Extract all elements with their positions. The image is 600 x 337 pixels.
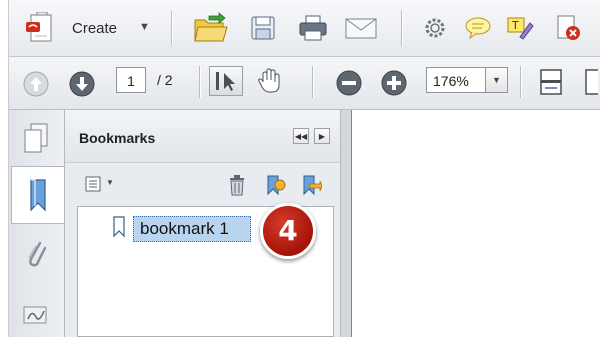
chevron-down-icon: ▼ [492,75,501,85]
toolbar-separator [520,66,521,98]
new-bookmark-icon[interactable] [261,172,289,198]
bookmark-icon [24,177,52,213]
print-icon[interactable] [296,13,330,43]
fit-width-icon[interactable] [581,66,600,98]
page-count: / 2 [157,72,173,88]
toolbar-separator [312,66,313,98]
attachments-icon[interactable] [19,236,53,270]
toolbar-separator [171,10,172,46]
tab-bookmarks[interactable] [11,166,64,224]
zoom-dropdown-button[interactable]: ▼ [486,67,508,93]
panel-header: Bookmarks ◀◀ ▶ [65,110,340,163]
create-pdf-icon[interactable] [23,12,63,46]
highlight-text-icon[interactable]: T [503,13,537,43]
delete-page-icon[interactable] [551,13,585,43]
trash-icon[interactable] [223,172,251,198]
svg-text:T: T [511,19,519,32]
navigation-toolbar [9,57,600,110]
zoom-out-icon[interactable] [334,68,364,98]
main-toolbar: Create ▼ T [9,0,600,57]
fit-page-icon[interactable] [535,66,569,98]
open-folder-icon[interactable] [191,11,231,45]
signatures-icon[interactable] [19,300,53,330]
select-tool-icon[interactable] [209,66,243,96]
previous-page-icon[interactable] [21,69,51,99]
page-thumbnails-icon[interactable] [19,120,53,156]
bookmark-icon [109,214,129,240]
step-number-badge: 4 [260,203,316,259]
page-number-input[interactable]: 1 [116,67,146,93]
save-icon[interactable] [247,13,279,43]
zoom-in-icon[interactable] [379,68,409,98]
acrobat-window: Create ▼ T 1 / 2 176% ▼ Bookmarks ◀◀ ▶ ▼… [8,0,600,337]
next-page-icon[interactable] [67,69,97,99]
bookmark-item[interactable]: bookmark 1 [133,216,251,242]
hand-tool-icon[interactable] [253,66,285,96]
collapse-panel-button[interactable]: ◀◀ [293,128,309,144]
settings-icon[interactable] [419,13,451,43]
zoom-level-input[interactable]: 176% [426,67,486,93]
comment-icon[interactable] [461,13,495,43]
chevron-down-icon[interactable]: ▼ [139,21,150,33]
email-icon[interactable] [342,13,380,43]
expand-panel-button[interactable]: ▶ [314,128,330,144]
document-view[interactable] [351,110,600,337]
bookmark-from-selection-icon[interactable] [297,172,325,198]
chevron-down-icon[interactable]: ▼ [106,178,114,187]
toolbar-separator [401,10,402,46]
create-button[interactable]: Create [72,20,117,37]
toolbar-separator [199,66,200,98]
panel-title: Bookmarks [79,130,156,146]
